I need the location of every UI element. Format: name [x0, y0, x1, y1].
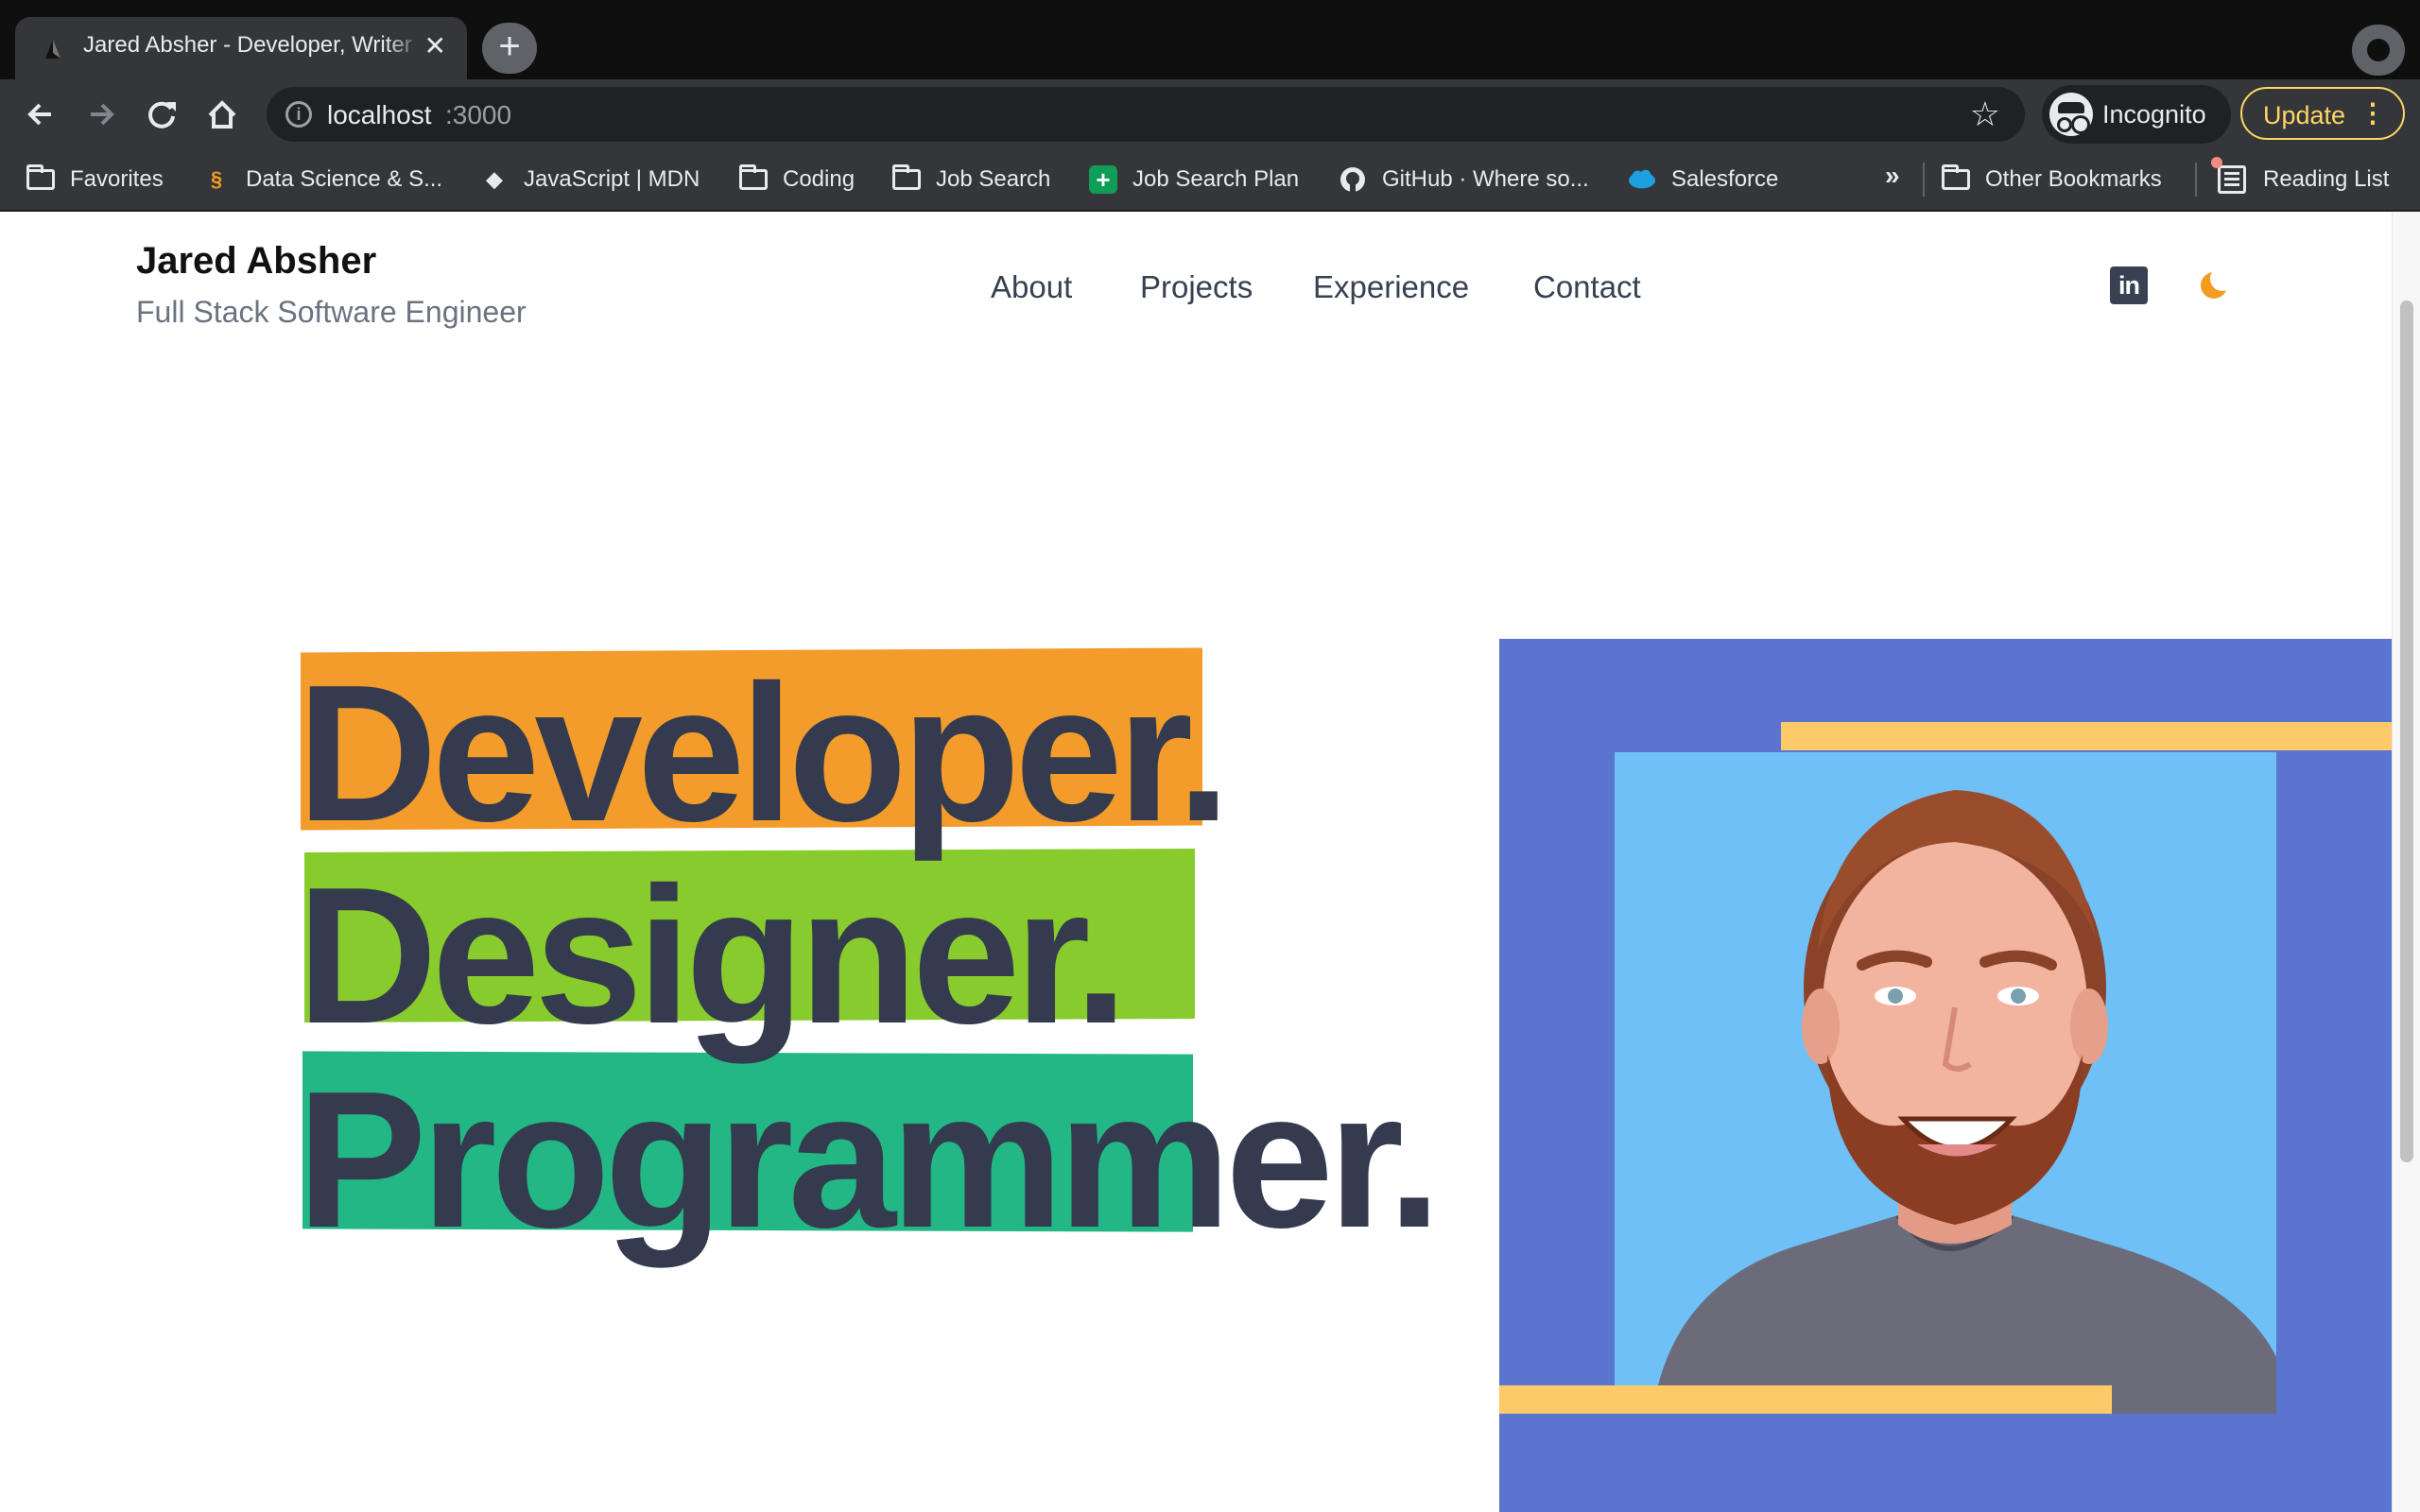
forward-icon[interactable]: [78, 91, 125, 138]
scrollbar-thumb[interactable]: [2400, 301, 2413, 1162]
bookmark-label: Favorites: [70, 166, 164, 192]
bookmarks-bar: Favorites § Data Science & S... ◆ JavaSc…: [0, 149, 2420, 212]
bookmark-job-search-plan[interactable]: + Job Search Plan: [1089, 163, 1299, 197]
browser-tab[interactable]: Jared Absher - Developer, Writer ✕: [15, 17, 467, 79]
bookmark-mdn[interactable]: ◆ JavaScript | MDN: [480, 163, 700, 197]
menu-dots-icon: ⋮: [2360, 98, 2386, 128]
sheets-icon: +: [1089, 165, 1117, 194]
nav-experience[interactable]: Experience: [1313, 269, 1469, 305]
salesforce-icon: [1628, 165, 1656, 194]
site-subtitle: Full Stack Software Engineer: [136, 295, 527, 329]
bookmark-label: Job Search: [936, 166, 1051, 192]
update-label: Update: [2263, 101, 2346, 129]
url-host: localhost: [327, 100, 432, 129]
bookmark-salesforce[interactable]: Salesforce: [1628, 163, 1778, 197]
portrait-frame: [1499, 639, 2392, 1512]
more-bookmarks-button[interactable]: »: [1885, 161, 1900, 191]
portrait-illustration: [1615, 752, 2276, 1414]
home-icon[interactable]: [199, 91, 246, 138]
tab-strip: Jared Absher - Developer, Writer ✕ +: [0, 0, 2420, 79]
folder-icon: [26, 164, 55, 190]
bookmark-coding[interactable]: Coding: [739, 163, 855, 197]
nav-projects[interactable]: Projects: [1140, 269, 1253, 305]
reading-list-icon: [2211, 157, 2246, 194]
bookmark-job-search[interactable]: Job Search: [892, 163, 1050, 197]
browser-toolbar: i localhost :3000 ☆ Incognito Update ⋮: [0, 79, 2420, 149]
close-tab-icon[interactable]: ✕: [424, 32, 446, 60]
back-icon[interactable]: [17, 91, 64, 138]
incognito-label: Incognito: [2102, 100, 2206, 129]
bookmark-label: Salesforce: [1671, 166, 1779, 192]
new-tab-button[interactable]: +: [482, 23, 537, 74]
site-info-icon[interactable]: i: [285, 101, 312, 128]
address-bar[interactable]: i localhost :3000 ☆: [267, 87, 2025, 142]
bookmark-label: Job Search Plan: [1132, 166, 1300, 192]
reading-list[interactable]: Reading List: [2211, 157, 2390, 197]
bookmark-data-science[interactable]: § Data Science & S...: [202, 163, 442, 197]
nav-contact[interactable]: Contact: [1533, 269, 1641, 305]
github-icon: [1339, 165, 1367, 194]
folder-icon: [739, 164, 768, 190]
bookmarks-divider: [2195, 163, 2197, 197]
incognito-icon: [2049, 93, 2093, 136]
bookmark-label: Other Bookmarks: [1985, 166, 2162, 192]
accent-bar-bottom: [1499, 1385, 2112, 1414]
url-port: :3000: [445, 100, 512, 129]
update-button[interactable]: Update ⋮: [2240, 87, 2405, 140]
folder-icon: [1942, 164, 1970, 190]
other-bookmarks[interactable]: Other Bookmarks: [1942, 163, 2162, 197]
page-viewport: Jared Absher Full Stack Software Enginee…: [0, 212, 2392, 1512]
data-science-icon: §: [210, 167, 223, 191]
bookmarks-divider: [1923, 163, 1925, 197]
bookmark-star-icon[interactable]: ☆: [1970, 94, 2000, 134]
page-scrollbar[interactable]: [2392, 212, 2420, 1512]
bookmark-label: Reading List: [2263, 166, 2390, 192]
incognito-indicator[interactable]: Incognito: [2042, 85, 2231, 144]
hero-word-programmer: Programmer.: [297, 1051, 1442, 1268]
bookmark-label: Coding: [783, 166, 856, 192]
nav-about[interactable]: About: [991, 269, 1072, 305]
dark-mode-toggle-icon[interactable]: [2201, 266, 2235, 299]
mdn-icon: ◆: [486, 167, 503, 191]
hero-word-developer: Developer.: [297, 644, 1231, 862]
bookmark-label: JavaScript | MDN: [524, 166, 700, 192]
reload-icon[interactable]: [138, 91, 185, 138]
bookmark-favorites[interactable]: Favorites: [26, 163, 164, 197]
site-name[interactable]: Jared Absher: [136, 240, 376, 283]
bookmark-github[interactable]: GitHub · Where so...: [1339, 163, 1589, 197]
site-favicon-icon: [45, 40, 60, 59]
folder-icon: [892, 164, 921, 190]
accent-bar-top: [1781, 722, 2392, 750]
linkedin-icon[interactable]: in: [2110, 266, 2148, 304]
tab-title: Jared Absher - Developer, Writer: [83, 32, 424, 59]
tab-search-button[interactable]: [2352, 25, 2405, 76]
bookmark-label: GitHub · Where so...: [1382, 166, 1589, 192]
bookmark-label: Data Science & S...: [246, 166, 443, 192]
hero-word-designer: Designer.: [297, 847, 1128, 1064]
